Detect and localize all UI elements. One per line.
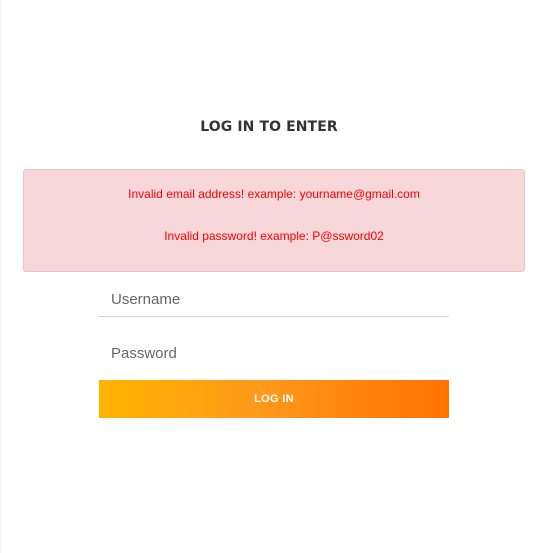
password-error-message: Invalid password! example: P@ssword02 [164,229,384,243]
email-error-message: Invalid email address! example: yourname… [128,187,420,201]
error-alert: Invalid email address! example: yourname… [23,169,525,272]
page-title: LOG IN TO ENTER [200,119,338,135]
username-field-container [99,283,449,317]
password-input[interactable] [99,336,449,370]
login-button[interactable]: LOG IN [99,380,449,418]
page-edge [0,0,1,553]
username-input[interactable] [99,283,449,316]
password-field-container [99,336,449,370]
